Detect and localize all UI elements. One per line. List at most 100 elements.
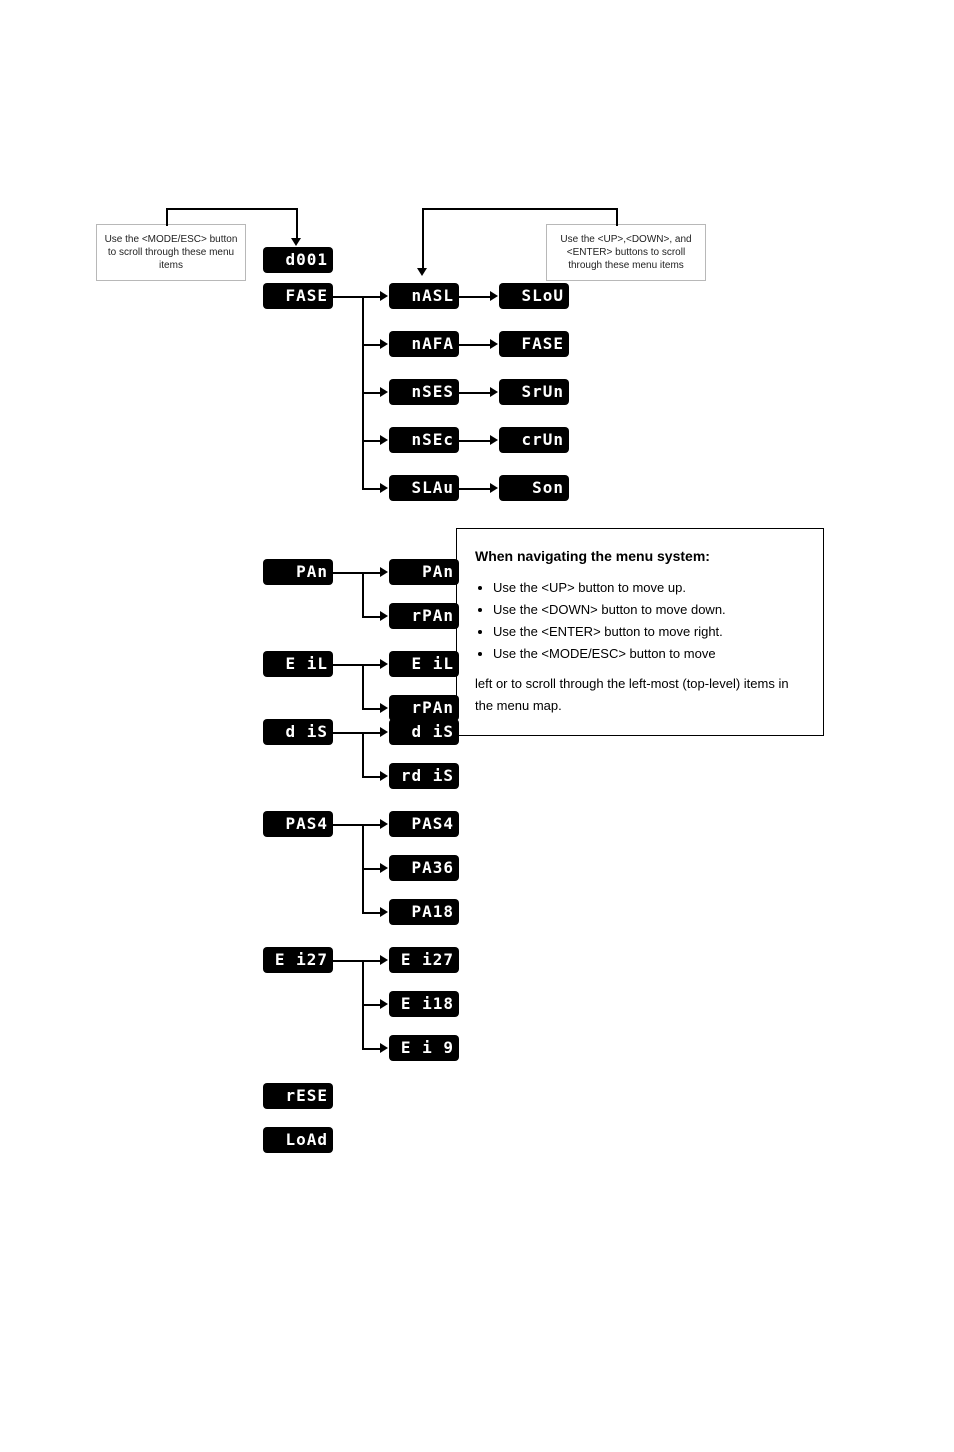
arrowhead-right-icon xyxy=(380,387,388,397)
menu-map-diagram: Use the <MODE/ESC> button to scroll thro… xyxy=(0,0,954,1452)
seg-pan2: PAn xyxy=(390,560,458,584)
arrowhead-right-icon xyxy=(380,955,388,965)
connector xyxy=(362,824,382,826)
arrowhead-down-icon xyxy=(417,268,427,276)
connector xyxy=(332,960,362,962)
arrowhead-right-icon xyxy=(490,291,498,301)
seg-slau: SLAu xyxy=(390,476,458,500)
note-left: Use the <MODE/ESC> button to scroll thro… xyxy=(96,224,246,281)
connector xyxy=(458,392,492,394)
connector xyxy=(422,208,616,210)
seg-fast: FASE xyxy=(264,284,332,308)
seg-pas4: PAS4 xyxy=(264,812,332,836)
connector xyxy=(458,488,492,490)
connector xyxy=(362,392,382,394)
arrowhead-right-icon xyxy=(490,435,498,445)
connector xyxy=(458,344,492,346)
seg-til: E iL xyxy=(264,652,332,676)
connector xyxy=(362,440,382,442)
arrowhead-right-icon xyxy=(490,339,498,349)
connector xyxy=(296,208,298,240)
connector xyxy=(332,296,362,298)
connector xyxy=(362,572,364,616)
connector xyxy=(362,616,382,618)
arrowhead-right-icon xyxy=(380,703,388,713)
arrowhead-right-icon xyxy=(490,483,498,493)
connector xyxy=(166,208,168,226)
seg-pas4b: PAS4 xyxy=(390,812,458,836)
info-box: When navigating the menu system: Use the… xyxy=(456,528,824,736)
arrowhead-right-icon xyxy=(490,387,498,397)
connector xyxy=(332,824,362,826)
arrowhead-right-icon xyxy=(380,863,388,873)
info-bullet: Use the <UP> button to move up. xyxy=(493,577,805,599)
seg-pan: PAn xyxy=(264,560,332,584)
info-bullet: Use the <MODE/ESC> button to move xyxy=(493,643,805,665)
connector xyxy=(616,208,618,226)
connector xyxy=(458,440,492,442)
seg-pa18: PA18 xyxy=(390,900,458,924)
seg-dis: d iS xyxy=(264,720,332,744)
seg-load: LoAd xyxy=(264,1128,332,1152)
connector xyxy=(362,912,382,914)
arrowhead-right-icon xyxy=(380,659,388,669)
connector xyxy=(166,208,296,210)
seg-nsts: nSES xyxy=(390,380,458,404)
connector xyxy=(362,572,382,574)
arrowhead-right-icon xyxy=(380,819,388,829)
connector xyxy=(458,296,492,298)
arrowhead-right-icon xyxy=(380,907,388,917)
seg-rest: rESE xyxy=(264,1084,332,1108)
note-right: Use the <UP>,<DOWN>, and <ENTER> buttons… xyxy=(546,224,706,281)
seg-ti9: E i 9 xyxy=(390,1036,458,1060)
seg-srun: SrUn xyxy=(500,380,568,404)
arrowhead-right-icon xyxy=(380,771,388,781)
seg-son: Son xyxy=(500,476,568,500)
info-bullet: Use the <ENTER> button to move right. xyxy=(493,621,805,643)
seg-nstc: nSEc xyxy=(390,428,458,452)
connector xyxy=(332,572,362,574)
connector xyxy=(422,208,424,270)
arrowhead-right-icon xyxy=(380,483,388,493)
connector xyxy=(362,344,382,346)
seg-rpan: rPAn xyxy=(390,604,458,628)
seg-rdis: rd iS xyxy=(390,764,458,788)
seg-ti27: E i27 xyxy=(264,948,332,972)
connector xyxy=(332,732,362,734)
seg-pa36: PA36 xyxy=(390,856,458,880)
connector xyxy=(362,960,382,962)
seg-rpan2: rPAn xyxy=(390,696,458,720)
arrowhead-right-icon xyxy=(380,611,388,621)
seg-ti27b: E i27 xyxy=(390,948,458,972)
seg-fast2: FASE xyxy=(500,332,568,356)
connector xyxy=(362,776,382,778)
connector xyxy=(332,664,362,666)
connector xyxy=(362,488,382,490)
connector xyxy=(362,664,382,666)
info-list: Use the <UP> button to move up. Use the … xyxy=(475,577,805,665)
connector xyxy=(362,1004,382,1006)
connector xyxy=(362,296,382,298)
seg-d001: d001 xyxy=(264,248,332,272)
arrowhead-right-icon xyxy=(380,291,388,301)
seg-slou: SLoU xyxy=(500,284,568,308)
arrowhead-right-icon xyxy=(380,435,388,445)
connector xyxy=(362,868,382,870)
seg-nasl: nASL xyxy=(390,284,458,308)
arrowhead-right-icon xyxy=(380,999,388,1009)
info-heading: When navigating the menu system: xyxy=(475,545,805,567)
info-bullet: Use the <DOWN> button to move down. xyxy=(493,599,805,621)
arrowhead-down-icon xyxy=(291,238,301,246)
info-tail: left or to scroll through the left-most … xyxy=(475,673,805,717)
arrowhead-right-icon xyxy=(380,567,388,577)
connector xyxy=(362,664,364,708)
seg-ti18: E i18 xyxy=(390,992,458,1016)
connector xyxy=(362,732,364,776)
arrowhead-right-icon xyxy=(380,727,388,737)
seg-crun: crUn xyxy=(500,428,568,452)
seg-nafa: nAFA xyxy=(390,332,458,356)
arrowhead-right-icon xyxy=(380,1043,388,1053)
seg-til2: E iL xyxy=(390,652,458,676)
seg-dis2: d iS xyxy=(390,720,458,744)
connector xyxy=(362,1048,382,1050)
